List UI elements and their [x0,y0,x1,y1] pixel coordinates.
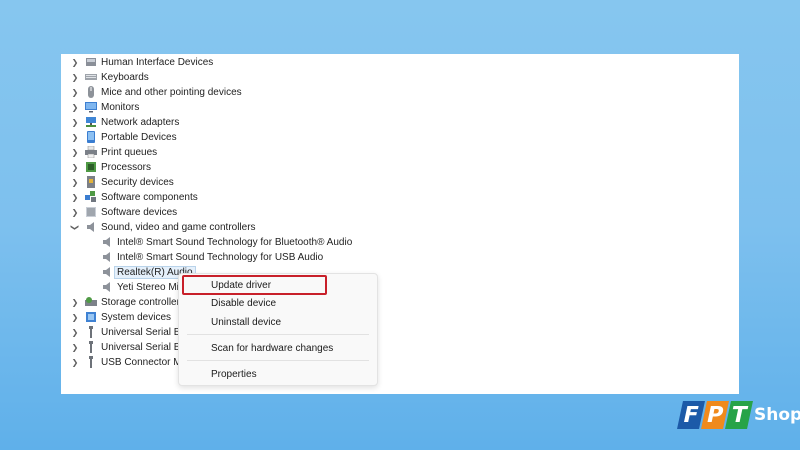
software-component-icon [85,191,96,202]
chevron-right-icon[interactable]: ❯ [70,355,80,370]
tree-item-label: Software components [101,192,198,203]
tree-item-processors[interactable]: ❯ Processors [61,160,361,175]
menu-item-scan-hardware[interactable]: Scan for hardware changes [179,340,377,356]
menu-item-uninstall-device[interactable]: Uninstall device [179,314,377,330]
chevron-right-icon[interactable]: ❯ [70,205,80,220]
tree-item-human-interface-devices[interactable]: ❯ Human Interface Devices [61,55,361,70]
tree-item-network-adapters[interactable]: ❯ Network adapters [61,115,361,130]
printer-icon [85,146,97,158]
menu-item-label: Scan for hardware changes [211,342,334,354]
network-adapter-icon [86,117,96,127]
keyboard-icon [85,74,97,80]
monitor-icon [85,102,97,113]
tree-item-label: Processors [101,162,152,173]
menu-item-label: Properties [211,368,257,380]
mouse-icon [88,86,94,98]
menu-separator [187,360,369,361]
usb-icon [89,341,93,353]
tree-item-intel-bluetooth-audio[interactable]: Intel® Smart Sound Technology for Blueto… [61,235,381,250]
tree-item-security-devices[interactable]: ❯ Security devices [61,175,361,190]
tree-item-intel-usb-audio[interactable]: Intel® Smart Sound Technology for USB Au… [61,250,381,265]
speaker-icon [103,252,110,262]
tree-item-portable-devices[interactable]: ❯ Portable Devices [61,130,361,145]
device-tree: ❯ Human Interface Devices ❯ Keyboards ❯ … [61,54,739,394]
tree-item-label: Storage controllers [101,297,185,308]
device-manager-panel: ❯ Human Interface Devices ❯ Keyboards ❯ … [61,54,739,394]
tree-item-label: Monitors [101,102,140,113]
speaker-icon [103,267,110,277]
chevron-right-icon[interactable]: ❯ [70,145,80,160]
security-device-icon [87,176,95,188]
tree-item-software-components[interactable]: ❯ Software components [61,190,361,205]
usb-icon [89,356,93,368]
menu-item-properties[interactable]: Properties [179,366,377,382]
menu-item-disable-device[interactable]: Disable device [179,295,377,311]
speaker-icon [103,237,110,247]
tree-item-label: Intel® Smart Sound Technology for USB Au… [117,252,324,263]
chevron-right-icon[interactable]: ❯ [70,55,80,70]
chevron-right-icon[interactable]: ❯ [70,115,80,130]
menu-separator [187,334,369,335]
tree-item-label: Mice and other pointing devices [101,87,242,98]
chevron-right-icon[interactable]: ❯ [70,190,80,205]
logo-shop-text: Shop [754,405,800,425]
speaker-icon [87,222,94,232]
system-device-icon [86,312,96,322]
tree-item-label: System devices [101,312,172,323]
tree-item-monitors[interactable]: ❯ Monitors [61,100,361,115]
portable-device-icon [87,131,95,143]
chevron-down-icon[interactable]: ❯ [68,223,83,233]
software-device-icon [86,207,96,217]
chevron-right-icon[interactable]: ❯ [70,175,80,190]
tree-item-mice[interactable]: ❯ Mice and other pointing devices [61,85,361,100]
tree-item-label: Intel® Smart Sound Technology for Blueto… [117,237,353,248]
chevron-right-icon[interactable]: ❯ [70,70,80,85]
context-menu: Update driver Disable device Uninstall d… [178,273,378,386]
speaker-icon [103,282,110,292]
tree-item-print-queues[interactable]: ❯ Print queues [61,145,361,160]
highlight-box [182,275,327,295]
hid-icon [86,58,96,66]
tree-item-sound-video-game-controllers[interactable]: ❯ Sound, video and game controllers [61,220,361,235]
tree-item-keyboards[interactable]: ❯ Keyboards [61,70,361,85]
chevron-right-icon[interactable]: ❯ [70,325,80,340]
processor-icon [86,162,96,172]
chevron-right-icon[interactable]: ❯ [70,130,80,145]
tree-item-label: Sound, video and game controllers [101,222,256,233]
chevron-right-icon[interactable]: ❯ [70,100,80,115]
menu-item-label: Disable device [211,297,277,309]
chevron-right-icon[interactable]: ❯ [70,160,80,175]
tree-item-label: Keyboards [101,72,149,83]
chevron-right-icon[interactable]: ❯ [70,340,80,355]
menu-item-label: Uninstall device [211,316,282,328]
logo-letter-t: T [725,401,753,429]
chevron-right-icon[interactable]: ❯ [70,295,80,310]
storage-icon [85,297,97,306]
fpt-shop-logo: F P T Shop [676,397,800,433]
tree-item-software-devices[interactable]: ❯ Software devices [61,205,361,220]
chevron-right-icon[interactable]: ❯ [70,310,80,325]
tree-item-label: Network adapters [101,117,180,128]
tree-item-label: Human Interface Devices [101,57,214,68]
tree-item-label: Software devices [101,207,178,218]
tree-item-label: Security devices [101,177,174,188]
chevron-right-icon[interactable]: ❯ [70,85,80,100]
tree-item-label: Portable Devices [101,132,177,143]
usb-icon [89,326,93,338]
tree-item-label: Print queues [101,147,158,158]
